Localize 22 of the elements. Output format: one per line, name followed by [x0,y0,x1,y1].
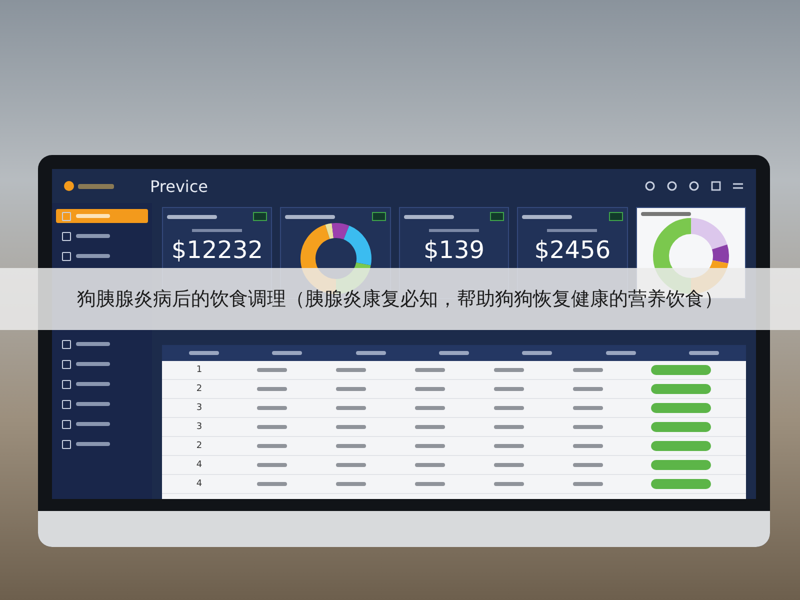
card-value: $2456 [534,236,611,264]
toolbar-icon[interactable] [644,180,656,192]
row-number: 4 [196,479,204,489]
badge-icon [490,212,504,221]
badge-icon [608,212,623,221]
dashboard-title: Previce [150,176,208,196]
caption-text: 狗胰腺炎病后的饮食调理（胰腺炎康复必知，帮助狗狗恢复健康的营养饮食） [77,287,723,312]
row-number: 2 [196,441,204,451]
row-number: 3 [196,422,204,432]
row-number: 2 [196,384,204,394]
toolbar-icon[interactable] [666,180,678,192]
toolbar-icon[interactable] [688,180,700,192]
row-number: 1 [196,365,204,375]
card-value: $12232 [171,236,264,264]
card-value: $139 [423,236,485,264]
badge-icon [372,212,386,221]
badge-icon [253,212,268,221]
logo-icon [64,181,74,191]
row-number: 4 [196,460,204,470]
toolbar-icon[interactable] [710,180,722,192]
logo-wordmark-drawing [78,184,114,188]
row-number: 3 [196,403,204,413]
